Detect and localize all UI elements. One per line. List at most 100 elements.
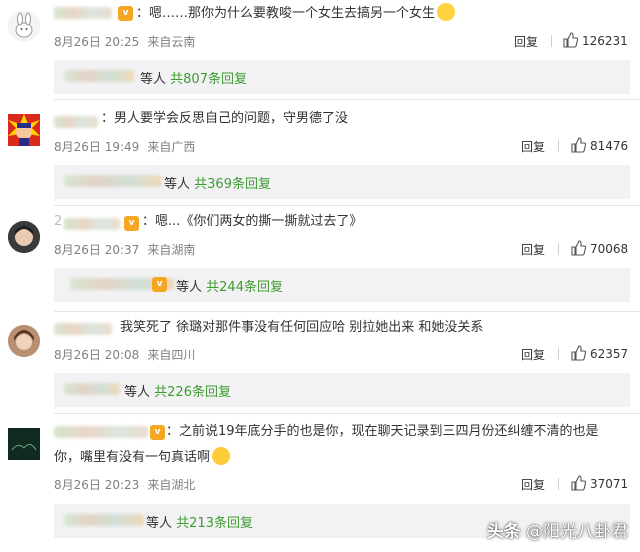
reply-button[interactable]: 回复 — [521, 476, 545, 493]
comment-body: 嗯...《你们两女的撕一撕就过去了》 — [155, 214, 363, 229]
comment-date: 8月26日 20:23 — [54, 478, 140, 492]
sub-reply-summary[interactable]: 等人 共213条回复 — [146, 512, 253, 531]
comment-item: ：男人要学会反思自己的问题，守男德了没 8月26日 19:49 来自广西 回复 8… — [0, 104, 640, 204]
like-button[interactable]: 81476 — [570, 137, 628, 153]
sub-reply-users-blurred — [64, 175, 162, 187]
watermark-handle: @阳光八卦君 — [526, 522, 628, 542]
comment-location: 来自广西 — [147, 140, 196, 154]
sub-replies-box[interactable]: 等人 共226条回复 — [54, 373, 630, 407]
username-blurred[interactable] — [54, 7, 112, 19]
vip-badge-icon: v — [152, 277, 167, 292]
comment-item: 我笑死了 徐璐对那件事没有任何回应哈 别拉她出来 和她没关系 8月26日 20:… — [0, 315, 640, 413]
vip-badge-icon: v — [118, 6, 133, 21]
sub-reply-count-link[interactable]: 共244条回复 — [206, 280, 283, 295]
comment-text: ：嗯...《你们两女的撕一撕就过去了》 — [142, 214, 363, 229]
username-prefix[interactable]: 2 — [54, 211, 62, 233]
avatar[interactable] — [8, 325, 40, 357]
divider — [54, 311, 640, 312]
sub-reply-summary[interactable]: 等人 共244条回复 — [176, 276, 283, 295]
surprised-emoji-icon — [212, 447, 231, 465]
avatar[interactable] — [8, 10, 40, 42]
comment-item: v ：嗯……那你为什么要教唆一个女生去搞另一个女生 8月26日 20:25 来自云… — [0, 0, 640, 94]
sub-reply-count-link[interactable]: 共226条回复 — [154, 385, 231, 400]
sub-reply-prefix: 等人 — [176, 280, 203, 295]
sub-reply-summary[interactable]: 等人 共807条回复 — [140, 68, 247, 87]
like-button[interactable]: 37071 — [570, 475, 628, 491]
divider — [558, 140, 559, 152]
avatar[interactable] — [8, 114, 40, 146]
like-count: 62357 — [590, 347, 629, 361]
comment-meta: 8月26日 19:49 来自广西 — [54, 138, 203, 155]
username-blurred[interactable] — [64, 218, 120, 230]
sub-reply-prefix: 等人 — [124, 385, 151, 400]
vip-badge-icon: v — [124, 216, 139, 231]
comment-text: ：嗯……那你为什么要教唆一个女生去搞另一个女生 — [136, 3, 456, 25]
sub-reply-prefix: 等人 — [164, 177, 191, 192]
thinking-emoji-icon — [437, 3, 456, 21]
like-count: 81476 — [590, 139, 629, 153]
comment-meta: 8月26日 20:23 来自湖北 — [54, 476, 203, 493]
divider — [54, 205, 640, 206]
comment-body-line1: 之前说19年底分手的也是你，现在聊天记录到三四月份还纠缠不清的也是 — [179, 424, 599, 439]
sub-reply-prefix: 等人 — [140, 72, 167, 87]
divider — [54, 413, 640, 414]
reply-button[interactable]: 回复 — [521, 138, 545, 155]
comment-location: 来自湖南 — [147, 243, 196, 257]
comment-text: ：男人要学会反思自己的问题，守男德了没 — [101, 111, 349, 126]
divider — [558, 243, 559, 255]
comment-location: 来自四川 — [147, 348, 196, 362]
portrait-avatar-icon — [8, 221, 40, 253]
sub-reply-count-link[interactable]: 共213条回复 — [176, 516, 253, 531]
sub-reply-prefix: 等人 — [146, 516, 173, 531]
comment-text-line2: 你，嘴里有没有一句真话啊 — [54, 447, 231, 469]
sub-replies-box[interactable]: 等人 共369条回复 — [54, 165, 630, 199]
like-button[interactable]: 70068 — [570, 240, 628, 256]
divider — [551, 35, 552, 47]
sub-reply-users-blurred — [64, 514, 144, 526]
comment-meta: 8月26日 20:37 来自湖南 — [54, 241, 203, 258]
sub-reply-users-blurred — [64, 383, 120, 395]
comment-body: 男人要学会反思自己的问题，守男德了没 — [114, 111, 349, 126]
sub-reply-summary[interactable]: 等人 共226条回复 — [124, 381, 231, 400]
thumbs-up-icon — [571, 475, 587, 491]
like-button[interactable]: 126231 — [562, 32, 628, 48]
sub-reply-count-link[interactable]: 共369条回复 — [194, 177, 271, 192]
portrait-avatar-icon — [8, 325, 40, 357]
comment-body: 我笑死了 徐璐对那件事没有任何回应哈 别拉她出来 和她没关系 — [120, 320, 484, 335]
reply-button[interactable]: 回复 — [514, 33, 538, 50]
sub-reply-users-blurred — [64, 70, 134, 82]
avatar[interactable] — [8, 428, 40, 460]
vip-badge-icon: v — [150, 425, 165, 440]
comment-item: 2 v ：嗯...《你们两女的撕一撕就过去了》 8月26日 20:37 来自湖南 … — [0, 211, 640, 311]
reply-button[interactable]: 回复 — [521, 346, 545, 363]
username-blurred[interactable] — [54, 323, 112, 335]
dark-landscape-avatar-icon — [8, 428, 40, 460]
comment-text: 我笑死了 徐璐对那件事没有任何回应哈 别拉她出来 和她没关系 — [120, 317, 483, 339]
comment-date: 8月26日 19:49 — [54, 140, 140, 154]
reply-button[interactable]: 回复 — [521, 241, 545, 258]
avatar[interactable] — [8, 221, 40, 253]
like-count: 70068 — [590, 242, 629, 256]
comment-location: 来自湖北 — [147, 478, 196, 492]
cartoon-face-avatar-icon — [8, 114, 40, 146]
like-button[interactable]: 62357 — [570, 345, 628, 361]
comment-location: 来自云南 — [147, 35, 196, 49]
divider — [558, 348, 559, 360]
thumbs-up-icon — [571, 137, 587, 153]
sub-reply-count-link[interactable]: 共807条回复 — [170, 72, 247, 87]
username-blurred[interactable] — [54, 426, 148, 438]
sub-replies-box[interactable]: v 等人 共244条回复 — [54, 268, 630, 302]
comment-date: 8月26日 20:25 — [54, 35, 140, 49]
username-blurred[interactable] — [54, 116, 98, 128]
sub-reply-summary[interactable]: 等人 共369条回复 — [164, 173, 271, 192]
rabbit-avatar-icon — [8, 10, 40, 42]
comment-meta: 8月26日 20:08 来自四川 — [54, 346, 203, 363]
watermark: 头条 @阳光八卦君 — [487, 517, 628, 542]
like-count: 126231 — [582, 34, 628, 48]
sub-replies-box[interactable]: 等人 共807条回复 — [54, 60, 630, 94]
thumbs-up-icon — [571, 240, 587, 256]
comment-date: 8月26日 20:37 — [54, 243, 140, 257]
comment-text: ：之前说19年底分手的也是你，现在聊天记录到三四月份还纠缠不清的也是 — [166, 424, 599, 439]
comment-body: 嗯……那你为什么要教唆一个女生去搞另一个女生 — [149, 6, 436, 21]
thumbs-up-icon — [563, 32, 579, 48]
